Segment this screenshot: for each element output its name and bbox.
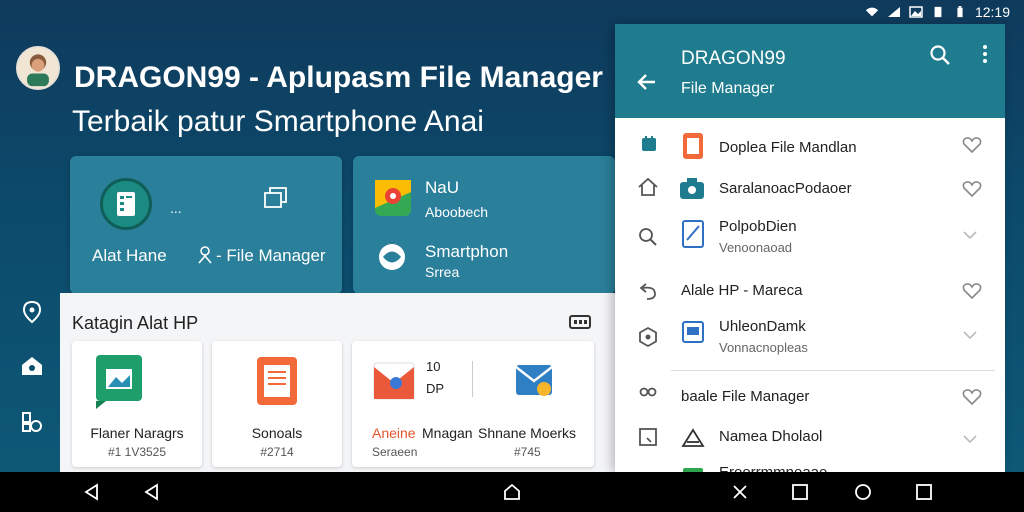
drawer-item[interactable]: Doplea File Mandlan [615, 130, 1005, 170]
tools-icon[interactable] [730, 482, 750, 502]
drawer-item-sublabel: Venoonaoad [719, 240, 793, 255]
drawer-item[interactable]: PolpobDien Venoonaoad [615, 214, 1005, 266]
home-icon[interactable] [20, 354, 44, 378]
more-vert-icon[interactable] [982, 44, 988, 64]
apps-icon[interactable] [20, 410, 44, 434]
drawer-item-label: baale File Manager [681, 388, 810, 405]
drawer-item[interactable]: Namea Dholaol [615, 420, 1005, 460]
category-card[interactable]: Sonoals #2714 [212, 341, 342, 467]
wifi-icon [865, 7, 879, 17]
drawer-header: DRAGON99 File Manager [615, 24, 1005, 118]
heart-outline-icon[interactable] [962, 282, 982, 300]
category-num-left: 10 [426, 359, 441, 374]
drawer-item[interactable]: Eroorrmmneaae [615, 460, 1005, 472]
card-dots: ... [170, 200, 182, 216]
file-manager-app-icon [100, 178, 152, 230]
clock: 12:19 [974, 4, 1010, 20]
page-title: DRAGON99 - Aplupasm File Manager [74, 61, 603, 94]
category-card-num: #1 1V3525 [107, 445, 167, 459]
drawer-item-sublabel: Vonnacnopleas [719, 340, 808, 355]
page-subtitle: Terbaik patur Smartphone Anai [72, 105, 484, 138]
app-item-sub: Aboobech [425, 204, 489, 220]
copy-icon [264, 187, 287, 208]
card-divider [472, 361, 473, 397]
heart-outline-icon[interactable] [962, 388, 982, 406]
home-nav-icon[interactable] [502, 482, 522, 502]
person-icon [198, 246, 212, 264]
drawer-divider [671, 370, 995, 371]
category-num-left2: DP [426, 381, 445, 396]
avatar[interactable] [16, 46, 60, 90]
swirl-app-icon [379, 244, 405, 270]
drawer-item-label: PolpobDien [719, 218, 797, 235]
location-pin-icon[interactable] [20, 300, 44, 324]
drawer-item-label: UhleonDamk [719, 318, 806, 335]
drawer-item-label: Eroorrmmneaae [719, 464, 827, 472]
gallery-app-icon [96, 355, 142, 409]
app-item-title: NaU [425, 178, 460, 197]
drawer-item-label: SaralanoacPodaoer [719, 180, 852, 197]
feature-card-tools[interactable]: ... Alat Hane - File Manager [70, 156, 342, 294]
maps-icon [375, 180, 411, 216]
category-card-num: #2714 [260, 445, 294, 459]
category-cards: Flaner Naragrs #1 1V3525 Sonoals #2714 1… [72, 341, 594, 467]
side-drawer: DRAGON99 File Manager Doplea File Mandla… [615, 24, 1005, 472]
status-bar: 12:19 [0, 0, 1024, 24]
category-card-title-b: Mnagan [422, 425, 473, 441]
battery-icon [957, 6, 963, 18]
card-label-left: Alat Hane [92, 246, 167, 265]
drawer-item[interactable]: UhleonDamk Vonnacnopleas [615, 314, 1005, 368]
mail-app-icon [515, 365, 553, 396]
warning-triangle-icon [681, 428, 705, 447]
gmail-app-icon [373, 362, 415, 400]
category-card[interactable]: 10 DP Aneine Mnagan Seraeen Shnane Moerk… [352, 341, 594, 467]
drawer-title: DRAGON99 [681, 48, 786, 69]
category-card-title: Sonoals [251, 425, 303, 441]
camera-bag-icon [680, 178, 704, 199]
category-title: Katagin Alat HP [72, 313, 199, 333]
image-file-icon [682, 321, 704, 343]
keyboard-icon[interactable] [569, 315, 591, 329]
drawer-item[interactable]: Alale HP - Mareca [615, 274, 1005, 314]
drawer-subtitle: File Manager [681, 80, 775, 97]
drawer-item-label: Doplea File Mandlan [719, 139, 857, 156]
feature-card-apps[interactable]: NaU Aboobech Smartphon Srrea [353, 156, 615, 294]
drawer-item[interactable]: baale File Manager [615, 380, 1005, 420]
category-card[interactable]: Flaner Naragrs #1 1V3525 [72, 341, 202, 467]
signal-icon [887, 7, 900, 17]
left-rail [0, 290, 60, 470]
heart-outline-icon[interactable] [962, 136, 982, 154]
category-panel: Katagin Alat HP Flaner Naragrs #1 1V3525 [60, 293, 615, 473]
category-card-sub: Seraeen [372, 445, 418, 459]
circle-nav-icon[interactable] [853, 482, 873, 502]
sim-icon [934, 6, 942, 18]
drawer-item-label: Alale HP - Mareca [681, 282, 803, 299]
back-icon-secondary[interactable] [142, 482, 162, 502]
drawer-item[interactable]: SaralanoacPodaoer [615, 172, 1005, 212]
recents-icon[interactable] [790, 482, 810, 502]
chevron-down-icon[interactable] [962, 330, 978, 340]
category-card-num: #745 [514, 445, 541, 459]
app-item-sub-2: Srrea [425, 264, 460, 280]
square-nav-icon[interactable] [914, 482, 934, 502]
app-item-title-2: Smartphon [425, 242, 509, 261]
chevron-down-icon[interactable] [962, 434, 978, 444]
chevron-down-icon[interactable] [962, 230, 978, 240]
document-app-icon [257, 357, 297, 405]
system-nav-bar [0, 472, 1024, 512]
document-icon [683, 133, 703, 159]
drawer-item-label: Namea Dholaol [719, 428, 823, 445]
category-card-title: Shnane Moerks [478, 425, 577, 441]
category-card-title-a: Aneine [372, 425, 416, 441]
profile-photo [27, 54, 49, 87]
back-icon[interactable] [82, 482, 102, 502]
category-card-title: Flaner Naragrs [90, 425, 184, 441]
image-icon [909, 6, 923, 18]
note-icon [682, 220, 704, 248]
search-icon[interactable] [929, 44, 951, 66]
card-label-right: - File Manager [216, 246, 326, 265]
back-arrow-icon[interactable] [635, 70, 659, 94]
heart-outline-icon[interactable] [962, 180, 982, 198]
